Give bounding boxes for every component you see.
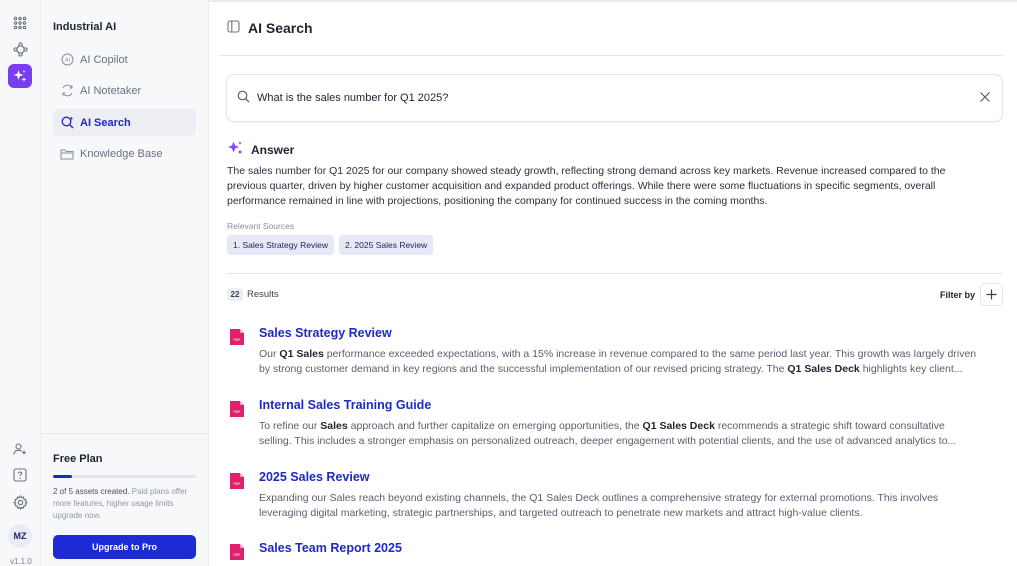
page-title: AI Search: [248, 20, 313, 36]
result-title[interactable]: Sales Strategy Review: [259, 326, 392, 340]
snippet-text: Expanding our Sales reach beyond existin…: [259, 492, 939, 504]
apps-grid-icon[interactable]: [8, 11, 32, 35]
source-chip[interactable]: 1. Sales Strategy Review: [227, 235, 334, 255]
pdf-file-icon: PDF: [230, 473, 244, 489]
add-filter-button[interactable]: [980, 283, 1003, 306]
sidebar-item-label: AI Search: [80, 116, 131, 129]
highlighted-term: Q1 Sales: [279, 348, 324, 360]
results-header: 22 Results: [227, 288, 279, 301]
plan-description: 2 of 5 assets created. Paid plans offer …: [53, 486, 198, 522]
ai-copilot-icon: AI: [60, 53, 74, 67]
svg-text:PDF: PDF: [233, 338, 240, 342]
results-count-badge: 22: [227, 288, 243, 301]
add-user-icon[interactable]: [8, 437, 32, 461]
notetaker-icon: [60, 84, 74, 98]
search-icon: [237, 90, 250, 106]
sidebar: Industrial AI AI AI Copilot AI Notetaker…: [41, 0, 209, 566]
result-title[interactable]: Internal Sales Training Guide: [259, 398, 431, 412]
results-label: Results: [247, 289, 279, 300]
result-snippet: To refine our Sales approach and further…: [259, 419, 1001, 449]
result-title[interactable]: Sales Team Report 2025: [259, 541, 402, 555]
sidebar-item-knowledge-base[interactable]: Knowledge Base: [53, 140, 196, 167]
svg-text:AI: AI: [64, 58, 70, 64]
ai-search-icon: [60, 116, 74, 130]
answer-text: The sales number for Q1 2025 for our com…: [227, 165, 946, 207]
sidebar-item-label: AI Notetaker: [80, 84, 142, 97]
sidebar-item-label: AI Copilot: [80, 53, 128, 66]
sparkles-icon: [227, 140, 244, 160]
search-input[interactable]: [257, 92, 957, 104]
relevant-sources-label: Relevant Sources: [227, 221, 295, 231]
result-title[interactable]: 2025 Sales Review: [259, 470, 370, 484]
avatar[interactable]: MZ: [8, 524, 32, 548]
sidebar-item-label: Knowledge Base: [80, 147, 163, 160]
plan-usage-bar: [53, 475, 196, 478]
plan-card: Free Plan 2 of 5 assets created. Paid pl…: [41, 433, 208, 566]
plan-usage-text: 2 of 5 assets created.: [53, 487, 130, 496]
version-label: v1.1.0: [10, 557, 32, 566]
workflow-icon[interactable]: [8, 37, 32, 61]
pdf-file-icon: PDF: [230, 329, 244, 345]
snippet-text: highlights key client...: [859, 363, 963, 375]
sidebar-item-ai-notetaker[interactable]: AI Notetaker: [53, 77, 196, 104]
help-icon[interactable]: [8, 463, 32, 487]
svg-text:PDF: PDF: [233, 482, 240, 486]
answer-title: Answer: [251, 143, 295, 157]
header-divider: [219, 55, 1003, 56]
snippet-text: recommends a strategic shift toward cons…: [714, 420, 945, 432]
pdf-file-icon: PDF: [230, 544, 244, 560]
snippet-text: leveraging digital marketing, strategic …: [259, 507, 863, 519]
snippet-line: Our Q1 Sales performance exceeded expect…: [259, 347, 1001, 362]
sidebar-panel-icon[interactable]: [227, 20, 240, 36]
page-header: AI Search: [227, 20, 313, 36]
snippet-line: leveraging digital marketing, strategic …: [259, 506, 1001, 521]
snippet-text: approach and further capitalize on emerg…: [347, 420, 643, 432]
snippet-text: performance exceeded expectations, with …: [323, 348, 977, 360]
snippet-text: Our: [259, 348, 280, 360]
source-chip[interactable]: 2. 2025 Sales Review: [338, 235, 434, 255]
snippet-line: selling. This includes a stronger emphas…: [259, 434, 1001, 449]
search-bar: [226, 74, 1003, 122]
sparkles-icon[interactable]: [8, 64, 32, 88]
result-snippet: Expanding our Sales reach beyond existin…: [259, 491, 1001, 521]
icon-rail: MZ v1.1.0: [0, 0, 41, 566]
filter-label: Filter by: [940, 290, 976, 300]
snippet-line: To refine our Sales approach and further…: [259, 419, 1001, 434]
result-snippet: Our Q1 Sales performance exceeded expect…: [259, 347, 1001, 377]
sidebar-item-ai-copilot[interactable]: AI AI Copilot: [53, 46, 196, 73]
snippet-line: Expanding our Sales reach beyond existin…: [259, 491, 1001, 506]
highlighted-term: Q1 Sales Deck: [787, 363, 860, 375]
sidebar-item-ai-search[interactable]: AI Search: [53, 109, 196, 136]
svg-text:PDF: PDF: [233, 410, 240, 414]
pdf-file-icon: PDF: [230, 401, 244, 417]
sidebar-title: Industrial AI: [53, 21, 117, 33]
plan-usage-fill: [53, 475, 72, 478]
highlighted-term: Q1 Sales Deck: [642, 420, 715, 432]
plus-icon: [986, 289, 997, 300]
snippet-text: To refine our: [259, 420, 321, 432]
plan-title: Free Plan: [53, 453, 103, 465]
upgrade-button[interactable]: Upgrade to Pro: [53, 535, 196, 559]
close-icon[interactable]: [979, 91, 991, 106]
snippet-text: by strong customer demand in key regions…: [259, 363, 788, 375]
gear-icon[interactable]: [8, 490, 32, 514]
snippet-text: selling. This includes a stronger emphas…: [259, 435, 957, 447]
answer-header: Answer: [227, 140, 294, 160]
source-chips: 1. Sales Strategy Review 2. 2025 Sales R…: [227, 235, 438, 255]
folder-icon: [60, 147, 74, 161]
svg-text:PDF: PDF: [233, 553, 240, 557]
results-divider: [226, 273, 1003, 274]
snippet-line: by strong customer demand in key regions…: [259, 362, 1001, 377]
highlighted-term: Sales: [320, 420, 348, 432]
